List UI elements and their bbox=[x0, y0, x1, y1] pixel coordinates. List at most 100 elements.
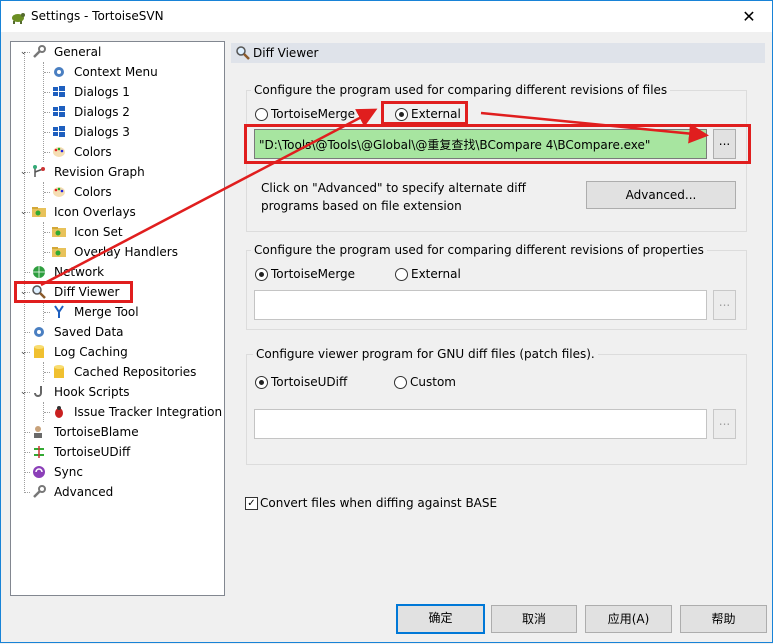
tree-item-label: Cached Repositories bbox=[74, 365, 197, 379]
tree-item-label: Colors bbox=[74, 185, 112, 199]
tree-item-label: Network bbox=[54, 265, 105, 279]
tree-item-dialogs-3[interactable]: Dialogs 3 bbox=[11, 122, 221, 142]
close-button[interactable]: ✕ bbox=[726, 1, 772, 32]
wrench-icon bbox=[33, 485, 46, 498]
folder-icon bbox=[32, 207, 46, 217]
database-icon bbox=[54, 365, 64, 378]
tree-item-revision-graph[interactable]: ⌄ Revision Graph bbox=[11, 162, 221, 182]
udiff-icon bbox=[34, 446, 44, 458]
tree-item-network[interactable]: Network bbox=[11, 262, 221, 282]
tree-item-tortoiseudiff[interactable]: TortoiseUDiff bbox=[11, 442, 221, 462]
globe-icon bbox=[33, 266, 45, 278]
annotation-box-diff-viewer bbox=[14, 281, 133, 303]
tree-line bbox=[44, 312, 50, 313]
magnifier-icon bbox=[236, 46, 250, 60]
tree-item-merge-tool[interactable]: Merge Tool bbox=[11, 302, 221, 322]
tree-line bbox=[44, 132, 50, 133]
apply-button[interactable]: 应用(A) bbox=[585, 605, 672, 633]
merge-icon bbox=[54, 305, 64, 318]
tree-item-general[interactable]: ⌄ General bbox=[11, 42, 221, 62]
panel-header: Diff Viewer bbox=[231, 43, 765, 63]
windows-icon bbox=[53, 106, 65, 117]
tree-item-overlay-handlers[interactable]: Overlay Handlers bbox=[11, 242, 221, 262]
tree-item-label: General bbox=[54, 45, 102, 59]
radio-label: External bbox=[411, 267, 461, 281]
tree-item-icon-overlays[interactable]: ⌄ Icon Overlays bbox=[11, 202, 221, 222]
tree-item-label: Advanced bbox=[54, 485, 114, 499]
tree-line bbox=[25, 212, 30, 213]
tree-item-tortoiseblame[interactable]: TortoiseBlame bbox=[11, 422, 221, 442]
tree-item-label: Dialogs 3 bbox=[74, 125, 130, 139]
tree-item-colors[interactable]: Colors bbox=[11, 182, 221, 202]
tree-item-colors[interactable]: Colors bbox=[11, 142, 221, 162]
tree-item-label: Issue Tracker Integration bbox=[74, 405, 223, 419]
tree-item-label: Sync bbox=[54, 465, 83, 479]
gear-icon bbox=[34, 327, 44, 337]
props-diff-group-label: Configure the program used for comparing… bbox=[251, 243, 707, 257]
tree-item-context-menu[interactable]: Context Menu bbox=[11, 62, 221, 82]
tortoise-icon bbox=[12, 13, 25, 24]
tree-item-label: Icon Set bbox=[74, 225, 123, 239]
tree-line bbox=[44, 192, 50, 193]
radio-label: TortoiseUDiff bbox=[271, 375, 348, 389]
wrench-icon bbox=[33, 45, 46, 58]
props-diff-path-field[interactable] bbox=[254, 290, 707, 320]
tree-line bbox=[25, 272, 30, 273]
tree-line bbox=[44, 372, 50, 373]
window-title: Settings - TortoiseSVN bbox=[31, 9, 164, 23]
tree-line bbox=[44, 72, 50, 73]
settings-tree[interactable]: ⌄ General Context Menu Dialogs 1 Dialogs 2 Di… bbox=[10, 41, 225, 596]
patch-viewer-path-input[interactable] bbox=[255, 410, 706, 438]
palette-icon bbox=[53, 187, 65, 197]
tree-line bbox=[44, 112, 50, 113]
tree-item-label: Hook Scripts bbox=[54, 385, 130, 399]
tree-item-label: TortoiseBlame bbox=[54, 425, 139, 439]
tree-line bbox=[44, 232, 50, 233]
palette-icon bbox=[53, 147, 65, 157]
patch-browse-button[interactable]: ... bbox=[713, 409, 736, 439]
props-browse-button[interactable]: ... bbox=[713, 290, 736, 320]
tree-item-log-caching[interactable]: ⌄ Log Caching bbox=[11, 342, 221, 362]
radio-circle bbox=[394, 376, 407, 389]
tree-item-dialogs-2[interactable]: Dialogs 2 bbox=[11, 102, 221, 122]
annotation-box-path bbox=[244, 124, 751, 164]
tree-item-icon-set[interactable]: Icon Set bbox=[11, 222, 221, 242]
tree-item-dialogs-1[interactable]: Dialogs 1 bbox=[11, 82, 221, 102]
tree-line bbox=[25, 452, 30, 453]
windows-icon bbox=[53, 86, 65, 97]
tree-item-label: Icon Overlays bbox=[54, 205, 136, 219]
tree-item-hook-scripts[interactable]: ⌄ Hook Scripts bbox=[11, 382, 221, 402]
cancel-button[interactable]: 取消 bbox=[491, 605, 577, 633]
help-button[interactable]: 帮助 bbox=[680, 605, 767, 633]
tree-item-advanced[interactable]: Advanced bbox=[11, 482, 221, 502]
folder-icon bbox=[52, 247, 66, 257]
tree-line bbox=[25, 352, 30, 353]
patch-viewer-path-field[interactable] bbox=[254, 409, 707, 439]
blame-icon bbox=[34, 426, 42, 438]
tree-item-issue-tracker-integration[interactable]: Issue Tracker Integration bbox=[11, 402, 223, 422]
tree-item-label: Revision Graph bbox=[54, 165, 145, 179]
tree-line bbox=[44, 252, 50, 253]
tree-item-label: Dialogs 1 bbox=[74, 85, 130, 99]
props-diff-path-input[interactable] bbox=[255, 291, 706, 319]
tree-item-saved-data[interactable]: Saved Data bbox=[11, 322, 221, 342]
patch-viewer-group-label: Configure viewer program for GNU diff fi… bbox=[253, 347, 598, 361]
tree-line bbox=[25, 472, 30, 473]
radio-label: Custom bbox=[410, 375, 456, 389]
radio-circle-selected bbox=[255, 376, 268, 389]
radio-label: TortoiseMerge bbox=[271, 267, 356, 281]
tree-line bbox=[44, 92, 50, 93]
ok-button[interactable]: 确定 bbox=[396, 604, 485, 634]
tree-item-cached-repositories[interactable]: Cached Repositories bbox=[11, 362, 221, 382]
radio-circle-selected bbox=[255, 268, 268, 281]
sync-icon bbox=[33, 466, 45, 478]
advanced-button[interactable]: Advanced... bbox=[586, 181, 736, 209]
tree-item-label: Dialogs 2 bbox=[74, 105, 130, 119]
panel-title: Diff Viewer bbox=[253, 46, 319, 60]
tree-item-label: Merge Tool bbox=[74, 305, 139, 319]
tree-line bbox=[44, 152, 50, 153]
tree-line bbox=[25, 332, 30, 333]
advanced-note-line1: Click on "Advanced" to specify alternate… bbox=[261, 181, 526, 195]
bug-icon bbox=[55, 406, 63, 418]
tree-item-sync[interactable]: Sync bbox=[11, 462, 221, 482]
